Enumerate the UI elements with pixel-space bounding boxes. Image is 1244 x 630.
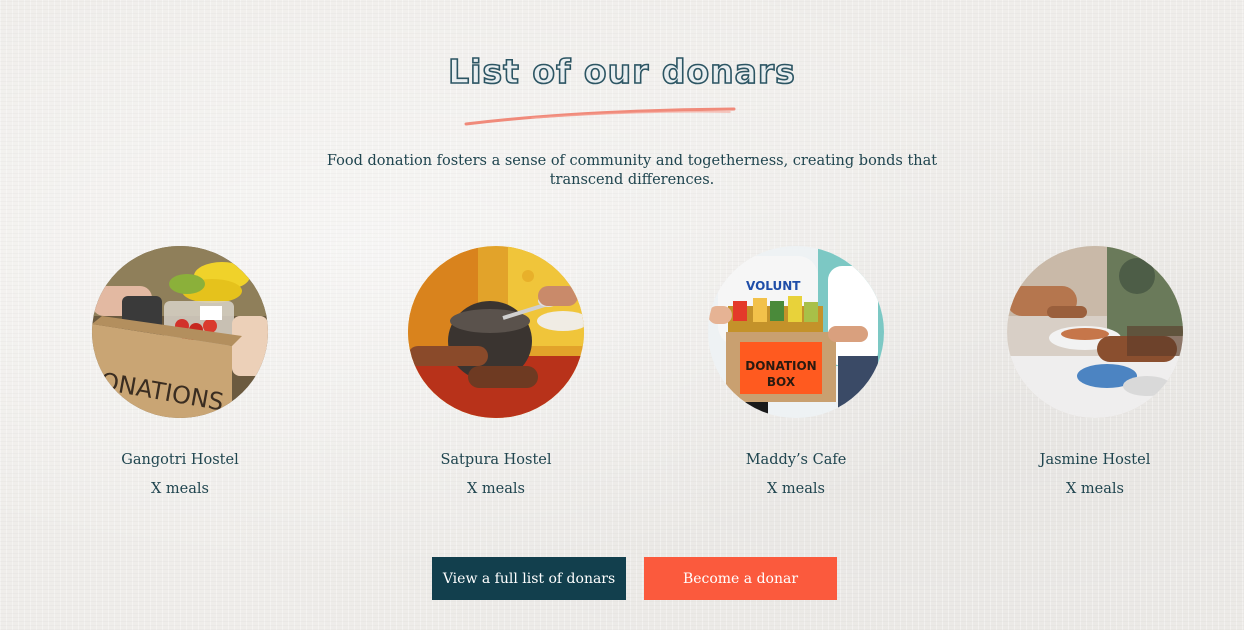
donor-meals: X meals (151, 481, 209, 497)
donor-name: Jasmine Hostel (1039, 452, 1151, 468)
donor-photo-serving-bowl (408, 246, 584, 418)
become-donor-button[interactable]: Become a donar (644, 557, 837, 600)
donor-photo-volunteer-box: VOLUNT DONATION BOX (708, 246, 884, 418)
donor-name: Maddy’s Cafe (745, 452, 847, 468)
section-title: List of our donars (447, 51, 796, 92)
donor-photo-food-serving (1007, 246, 1183, 418)
donation-box-text: DONATION (745, 359, 816, 373)
donor-card-gangotri: ONATIONS Gangotri Hostel X meals (60, 246, 300, 497)
donor-meals: X meals (467, 481, 525, 497)
title-underline-decoration (464, 107, 736, 126)
volunteer-shirt-text: VOLUNT (746, 279, 801, 293)
donor-card-jasmine: Jasmine Hostel X meals (975, 246, 1215, 497)
donor-name: Gangotri Hostel (121, 452, 239, 468)
donor-meals: X meals (767, 481, 825, 497)
donor-card-maddys: VOLUNT DONATION BOX Maddy’s Cafe X meals (676, 246, 916, 497)
view-full-list-button[interactable]: View a full list of donars (432, 557, 626, 600)
donor-name: Satpura Hostel (440, 452, 552, 468)
donor-photo-donation-box: ONATIONS (92, 246, 268, 418)
section-subtitle: Food donation fosters a sense of communi… (326, 153, 938, 188)
donor-card-satpura: Satpura Hostel X meals (376, 246, 616, 497)
donation-box-text-2: BOX (767, 375, 796, 389)
donor-meals: X meals (1066, 481, 1124, 497)
